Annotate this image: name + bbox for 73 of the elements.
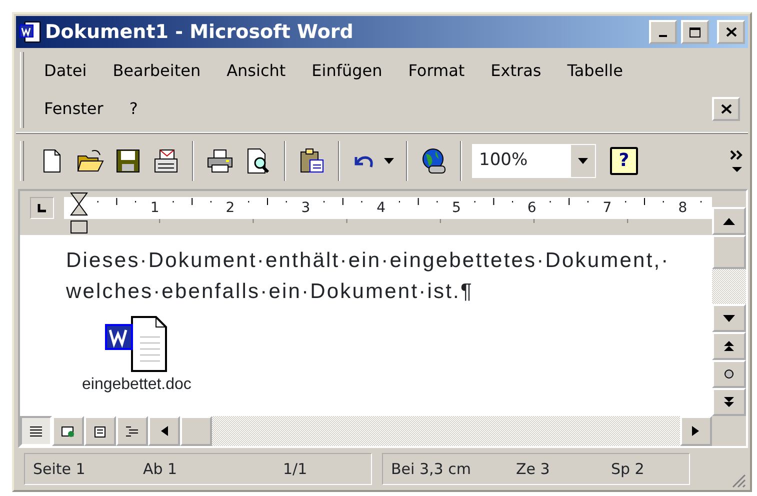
close-icon: [726, 27, 736, 37]
menu-item[interactable]: Fenster: [44, 97, 104, 121]
ruler-number: 2: [226, 199, 235, 218]
close-button[interactable]: [717, 20, 745, 44]
menu-item[interactable]: Datei: [44, 59, 87, 83]
outline-view-icon: [124, 424, 140, 438]
right-arrow-icon: [692, 426, 700, 436]
zoom-field[interactable]: 100%: [472, 144, 596, 178]
scroll-down-button[interactable]: [712, 304, 746, 332]
resize-grip-icon[interactable]: [730, 472, 746, 488]
status-text: Bei 3,3 cm: [391, 458, 472, 480]
scroll-left-button[interactable]: [148, 416, 180, 446]
normal-view-icon: [28, 424, 44, 438]
web-view-icon: [60, 424, 76, 438]
ruler-number: 6: [527, 199, 536, 218]
ruler-number: 7: [602, 199, 612, 218]
next-page-button[interactable]: [712, 388, 746, 416]
scroll-thumb[interactable]: [180, 416, 212, 446]
down-arrow-icon: [723, 314, 735, 322]
close-document-button[interactable]: [712, 97, 740, 121]
status-text: Ab 1: [143, 458, 178, 480]
menu-item[interactable]: Extras: [490, 59, 542, 83]
indent-marker-icon[interactable]: [70, 192, 88, 234]
menu-item[interactable]: Format: [408, 59, 465, 83]
view-button[interactable]: [20, 416, 52, 446]
ruler-number: 8: [678, 199, 688, 218]
scroll-up-button[interactable]: [712, 207, 746, 235]
scroll-right-button[interactable]: [680, 416, 712, 446]
tab-selector[interactable]: [30, 197, 54, 219]
globe-icon: [420, 146, 448, 174]
object-label: eingebettet.doc: [82, 375, 192, 395]
ruler-number: 4: [376, 199, 386, 218]
left-arrow-icon: [160, 426, 168, 436]
maximize-button[interactable]: [681, 20, 709, 44]
ruler-number: 3: [301, 199, 310, 218]
close-icon: [720, 104, 732, 114]
ruler-number: 1: [150, 199, 160, 218]
up-arrow-icon: [723, 218, 735, 224]
minimize-icon: [659, 35, 667, 37]
menu-item[interactable]: Tabelle: [567, 59, 623, 83]
double-down-arrow-icon: [724, 397, 734, 407]
print-view-icon: [92, 424, 108, 438]
envelope-printer-icon: [152, 146, 180, 174]
word-document-icon[interactable]: [104, 315, 170, 373]
minimize-button[interactable]: [649, 20, 677, 44]
dropdown-arrow-icon: [578, 158, 588, 164]
circle-icon: [724, 369, 734, 379]
view-button[interactable]: [116, 416, 148, 446]
view-button[interactable]: [84, 416, 116, 446]
menu-item[interactable]: Einfügen: [312, 59, 382, 83]
previous-page-button[interactable]: [712, 332, 746, 360]
status-text: Ze 3: [516, 458, 551, 480]
browse-object-button[interactable]: [712, 360, 746, 388]
menu-item[interactable]: Bearbeiten: [112, 59, 201, 83]
status-text: Seite 1: [33, 458, 86, 480]
caret-icon: [384, 158, 394, 164]
printer-icon: [206, 146, 234, 174]
word-document-icon: [19, 21, 41, 43]
scroll-thumb[interactable]: [712, 235, 746, 269]
maximize-icon: [689, 26, 701, 38]
menu-item[interactable]: Ansicht: [226, 59, 286, 83]
ruler-number: 5: [452, 199, 461, 218]
view-button[interactable]: [52, 416, 84, 446]
window-title: Dokument1 - Microsoft Word: [45, 20, 354, 45]
help-button[interactable]: ?: [610, 146, 638, 174]
status-text: 1/1: [283, 458, 308, 480]
document-text: Dieses·Dokument·enthält·ein·eingebettetes·Dokument,·: [66, 248, 671, 274]
tab-stop-icon: [37, 203, 47, 213]
clipboard-icon: [298, 146, 326, 174]
document-text: welches·ebenfalls·ein·Dokument·ist.¶: [66, 279, 474, 305]
menu-item[interactable]: ?: [129, 97, 138, 121]
double-up-arrow-icon: [724, 341, 734, 351]
status-text: Sp 2: [611, 458, 646, 480]
